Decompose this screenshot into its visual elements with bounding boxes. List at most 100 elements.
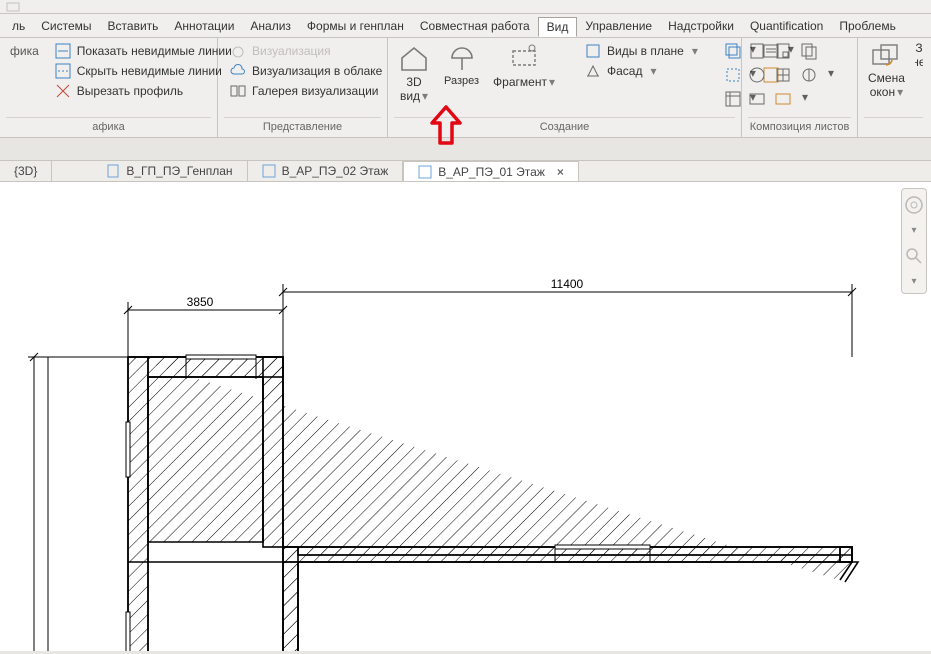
dim-3850: 3850 <box>187 295 214 309</box>
lbl: вид <box>400 89 420 103</box>
chevron-down-icon[interactable]: ▾ <box>788 42 794 60</box>
tab-floor-02[interactable]: В_АР_ПЭ_02 Этаж <box>248 161 404 181</box>
tab-label: В_АР_ПЭ_02 Этаж <box>282 164 389 178</box>
chevron-down-icon[interactable]: ▾ <box>911 276 916 287</box>
guide-icon[interactable] <box>774 66 792 84</box>
view-tabs: {3D} В_ГП_ПЭ_Генплан В_АР_ПЭ_02 Этаж В_А… <box>0 160 931 182</box>
panel-caption: Создание <box>394 117 735 137</box>
cmd-label: Фасад <box>607 64 642 78</box>
tab-label: {3D} <box>14 164 37 178</box>
house-icon <box>398 42 430 74</box>
elev-icon <box>585 63 601 79</box>
btn-callout[interactable]: Фрагмент▾ <box>489 42 559 90</box>
chevron-down-icon[interactable]: ▾ <box>802 90 808 108</box>
lbl: Фрагмент <box>493 75 547 89</box>
menu-analyze[interactable]: Анализ <box>242 17 299 35</box>
cut-icon <box>55 83 71 99</box>
tab-label: В_ГП_ПЭ_Генплан <box>126 164 232 178</box>
dim-11400: 11400 <box>551 277 584 291</box>
zoom-icon[interactable] <box>904 246 924 266</box>
drawing-canvas[interactable]: ▾ ▾ 3850 11400 9 <box>0 182 931 651</box>
tab-genplan[interactable]: В_ГП_ПЭ_Генплан <box>92 161 247 181</box>
menu-file-frag[interactable]: ль <box>4 17 33 35</box>
floor-plan-drawing: 3850 11400 9250 <box>0 182 931 651</box>
menu-massing[interactable]: Формы и генплан <box>299 17 412 35</box>
cmd-plan-views[interactable]: Виды в плане▾ <box>579 42 704 60</box>
menu-insert[interactable]: Вставить <box>100 17 167 35</box>
match-icon[interactable] <box>800 66 818 84</box>
panel-caption: афика <box>6 117 211 137</box>
cmd-label: Показать невидимые линии <box>77 44 232 58</box>
menu-addins[interactable]: Надстройки <box>660 17 742 35</box>
tab-floor-01[interactable]: В_АР_ПЭ_01 Этаж × <box>403 161 579 182</box>
menu-systems[interactable]: Системы <box>33 17 99 35</box>
cmd-show-hidden-lines[interactable]: Показать невидимые линии <box>49 42 238 60</box>
tab-label: В_АР_ПЭ_01 Этаж <box>438 165 545 179</box>
panel-caption: Композиция листов <box>748 117 851 137</box>
cmd-hide-hidden-lines[interactable]: Скрыть невидимые линии <box>49 62 238 80</box>
dup-view-icon[interactable] <box>724 42 742 60</box>
plan-icon <box>585 43 601 59</box>
btn-crop-frag[interactable]: Зне <box>915 42 923 99</box>
panel-sheets: ▾ ▾ Композиция листов <box>742 38 858 137</box>
menu-bar: ль Системы Вставить Аннотации Анализ Фор… <box>0 14 931 38</box>
ribbon: фика Показать невидимые линии Скрыть нев… <box>0 38 931 138</box>
cloud-icon <box>230 63 246 79</box>
panel-presentation: Визуализация Визуализация в облаке Галер… <box>218 38 388 137</box>
lbl: не <box>915 55 923 69</box>
lines-icon <box>55 43 71 59</box>
plan-icon <box>262 164 276 178</box>
menu-annotate[interactable]: Аннотации <box>166 17 242 35</box>
cmd-label: Вырезать профиль <box>77 84 183 98</box>
btn-switch-windows[interactable]: Сменаокон▾ <box>864 42 909 99</box>
sheet-dup-icon[interactable] <box>800 42 818 60</box>
panel-caption: Представление <box>224 117 381 137</box>
lines-off-icon <box>55 63 71 79</box>
switch-icon <box>870 42 902 70</box>
chevron-down-icon[interactable]: ▾ <box>750 90 756 108</box>
menu-view[interactable]: Вид <box>538 17 578 37</box>
lbl: Разрез <box>444 76 479 88</box>
callout-icon <box>508 42 540 74</box>
steering-wheel-icon[interactable] <box>904 195 924 215</box>
menu-problems[interactable]: Проблемь <box>831 17 903 35</box>
navigation-bar: ▾ ▾ <box>901 188 927 294</box>
btn-section[interactable]: Разрез <box>440 42 483 88</box>
chevron-down-icon[interactable]: ▾ <box>828 66 834 84</box>
panel-windows: Сменаокон▾ Зне <box>858 38 929 137</box>
cmd-render-cloud[interactable]: Визуализация в облаке <box>224 62 388 80</box>
cmd-elevation[interactable]: Фасад▾ <box>579 62 704 80</box>
cmd-label: Виды в плане <box>607 44 684 58</box>
qat-icon <box>6 2 20 12</box>
lbl: З <box>915 42 922 55</box>
cmd-render-gallery[interactable]: Галерея визуализации <box>224 82 388 100</box>
panel-graphics: фика Показать невидимые линии Скрыть нев… <box>0 38 218 137</box>
chevron-down-icon[interactable]: ▾ <box>750 42 756 60</box>
chevron-down-icon[interactable]: ▾ <box>750 66 756 84</box>
menu-quant[interactable]: Quantification <box>742 17 831 35</box>
panel-create: 3Dвид▾ Разрез Фрагмент▾ Виды в плане▾ Фа… <box>388 38 742 137</box>
cmd-label: Скрыть невидимые линии <box>77 64 222 78</box>
menu-collab[interactable]: Совместная работа <box>412 17 538 35</box>
scope-icon[interactable] <box>724 66 742 84</box>
menu-manage[interactable]: Управление <box>577 17 660 35</box>
panel-caption <box>864 117 923 137</box>
teapot-icon <box>230 43 246 59</box>
sched-icon[interactable] <box>724 90 742 108</box>
viewport2-icon[interactable] <box>774 90 792 108</box>
gallery-icon <box>230 83 246 99</box>
label-graphics-frag: фика <box>6 42 43 60</box>
lbl: окон <box>870 85 895 99</box>
cmd-label: Галерея визуализации <box>252 84 379 98</box>
quick-access-toolbar <box>0 0 931 14</box>
lbl: 3D <box>406 75 421 89</box>
section-icon <box>446 42 478 74</box>
chevron-down-icon[interactable]: ▾ <box>911 225 916 236</box>
cmd-label: Визуализация <box>252 44 331 58</box>
btn-3d-view[interactable]: 3Dвид▾ <box>394 42 434 103</box>
cmd-render: Визуализация <box>224 42 388 60</box>
tab-3d[interactable]: {3D} <box>0 161 52 181</box>
cmd-cut-profile[interactable]: Вырезать профиль <box>49 82 238 100</box>
close-icon[interactable]: × <box>557 165 564 179</box>
cmd-label: Визуализация в облаке <box>252 64 382 78</box>
